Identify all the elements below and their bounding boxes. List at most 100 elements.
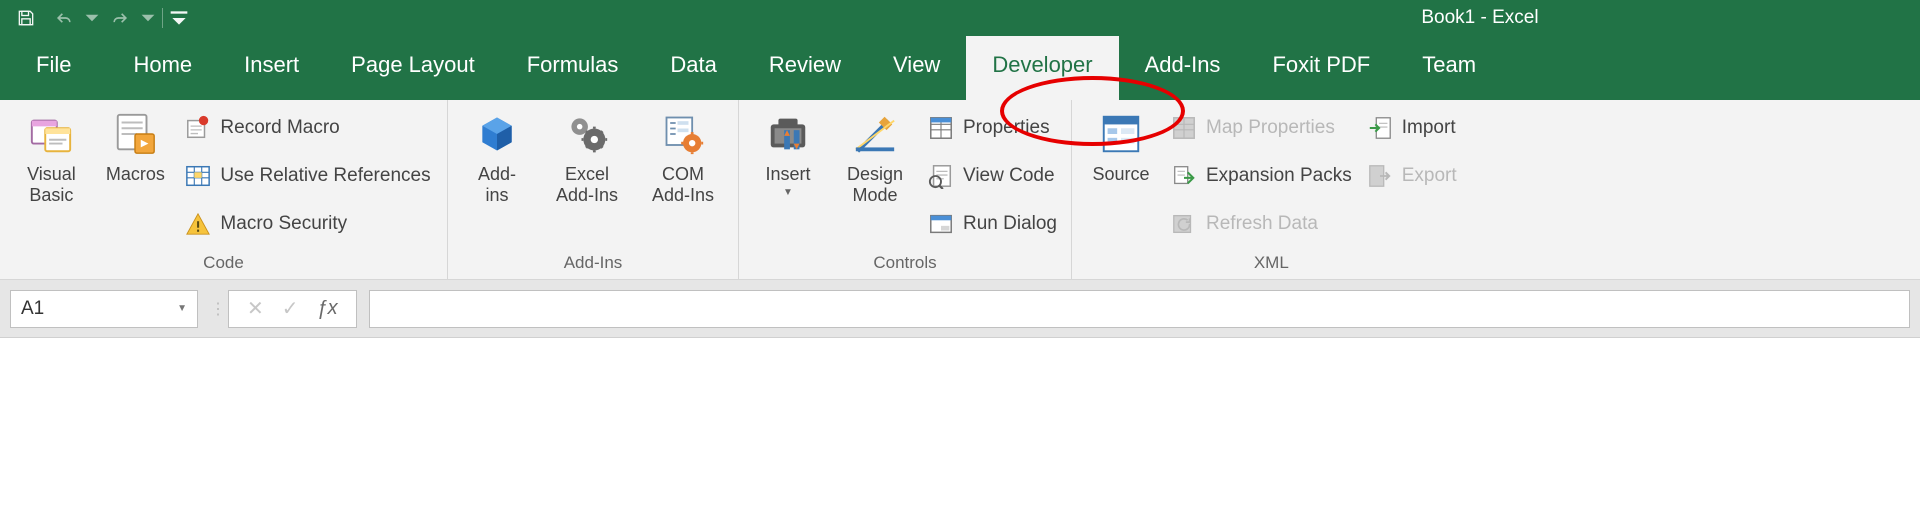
run-dialog-icon (927, 210, 955, 238)
enter-formula-button[interactable]: ✓ (282, 296, 299, 321)
properties-button[interactable]: Properties (923, 108, 1061, 148)
undo-button[interactable] (46, 0, 82, 36)
formula-bar-row: A1 ▼ ⋮ ✕ ✓ ƒx (0, 280, 1920, 338)
properties-icon (927, 114, 955, 142)
group-controls-label: Controls (873, 251, 936, 277)
addins-label: Add- ins (478, 164, 516, 205)
ribbon: Visual Basic Macros (0, 100, 1920, 280)
refresh-data-button[interactable]: Refresh Data (1166, 204, 1356, 244)
source-label: Source (1092, 164, 1149, 185)
macros-button[interactable]: Macros (96, 106, 174, 185)
formula-bar-input[interactable] (369, 290, 1910, 328)
tab-insert[interactable]: Insert (218, 36, 325, 100)
expansion-packs-button[interactable]: Expansion Packs (1166, 156, 1356, 196)
properties-label: Properties (963, 117, 1050, 139)
addins-icon (473, 110, 521, 158)
undo-dropdown[interactable] (84, 0, 100, 36)
record-macro-button[interactable]: Record Macro (180, 108, 434, 148)
insert-controls-dropdown-icon: ▼ (783, 187, 793, 198)
group-xml: Source Map Properties (1072, 100, 1471, 279)
group-code-label: Code (203, 251, 244, 277)
com-addins-button[interactable]: COM Add-Ins (638, 106, 728, 205)
export-icon (1366, 162, 1394, 190)
design-mode-button[interactable]: Design Mode (833, 106, 917, 205)
source-icon (1097, 110, 1145, 158)
com-addins-icon (659, 110, 707, 158)
quick-access-toolbar (0, 0, 189, 36)
group-addins-label: Add-Ins (564, 251, 623, 277)
tab-review[interactable]: Review (743, 36, 867, 100)
import-button[interactable]: Import (1362, 108, 1461, 148)
tab-view[interactable]: View (867, 36, 966, 100)
com-addins-label: COM Add-Ins (652, 164, 714, 205)
name-box-dropdown-icon: ▼ (177, 303, 187, 314)
tab-file[interactable]: File (0, 36, 107, 100)
visual-basic-button[interactable]: Visual Basic (12, 106, 90, 205)
record-macro-icon (184, 114, 212, 142)
group-xml-label: XML (1254, 251, 1289, 277)
insert-controls-icon (764, 110, 812, 158)
import-icon (1366, 114, 1394, 142)
group-code: Visual Basic Macros (0, 100, 448, 279)
excel-addins-icon (563, 110, 611, 158)
tab-foxit-pdf[interactable]: Foxit PDF (1246, 36, 1396, 100)
formula-bar-buttons: ✕ ✓ ƒx (228, 290, 357, 328)
save-button[interactable] (8, 0, 44, 36)
name-box-value: A1 (21, 298, 44, 320)
macro-security-icon (184, 210, 212, 238)
tab-team[interactable]: Team (1396, 36, 1502, 100)
visual-basic-label: Visual Basic (27, 164, 76, 205)
export-button[interactable]: Export (1362, 156, 1461, 196)
cancel-formula-button[interactable]: ✕ (247, 296, 264, 321)
window-title: Book1 - Excel (1040, 7, 1920, 29)
tab-data[interactable]: Data (644, 36, 742, 100)
tab-formulas[interactable]: Formulas (501, 36, 645, 100)
use-relative-references-label: Use Relative References (220, 165, 430, 187)
ribbon-tabs: File Home Insert Page Layout Formulas Da… (0, 36, 1920, 100)
visual-basic-icon (27, 110, 75, 158)
insert-function-button[interactable]: ƒx (317, 297, 338, 320)
use-relative-references-icon (184, 162, 212, 190)
group-controls: Insert ▼ Design Mode (739, 100, 1072, 279)
macro-security-button[interactable]: Macro Security (180, 204, 434, 244)
map-properties-label: Map Properties (1206, 117, 1335, 139)
expansion-packs-icon (1170, 162, 1198, 190)
insert-controls-button[interactable]: Insert ▼ (749, 106, 827, 198)
expansion-packs-label: Expansion Packs (1206, 165, 1352, 187)
map-properties-button[interactable]: Map Properties (1166, 108, 1356, 148)
excel-addins-label: Excel Add-Ins (556, 164, 618, 205)
macros-label: Macros (106, 164, 165, 185)
macro-security-label: Macro Security (220, 213, 347, 235)
refresh-data-label: Refresh Data (1206, 213, 1318, 235)
name-box[interactable]: A1 ▼ (10, 290, 198, 328)
group-addins: Add- ins Excel Add-Ins (448, 100, 739, 279)
use-relative-references-button[interactable]: Use Relative References (180, 156, 434, 196)
insert-controls-label: Insert (765, 164, 810, 185)
record-macro-label: Record Macro (220, 117, 339, 139)
excel-window: Book1 - Excel File Home Insert Page Layo… (0, 0, 1920, 521)
formula-bar-splitter[interactable]: ⋮ (210, 290, 216, 328)
export-label: Export (1402, 165, 1457, 187)
tab-addins[interactable]: Add-Ins (1119, 36, 1247, 100)
tab-page-layout[interactable]: Page Layout (325, 36, 501, 100)
view-code-icon (927, 162, 955, 190)
qat-separator (162, 8, 163, 28)
customize-qat-button[interactable] (169, 0, 189, 36)
refresh-data-icon (1170, 210, 1198, 238)
view-code-label: View Code (963, 165, 1055, 187)
view-code-button[interactable]: View Code (923, 156, 1061, 196)
run-dialog-button[interactable]: Run Dialog (923, 204, 1061, 244)
worksheet-area[interactable] (0, 338, 1920, 521)
redo-button[interactable] (102, 0, 138, 36)
tab-home[interactable]: Home (107, 36, 218, 100)
run-dialog-label: Run Dialog (963, 213, 1057, 235)
redo-dropdown[interactable] (140, 0, 156, 36)
tab-developer[interactable]: Developer (966, 36, 1118, 100)
design-mode-label: Design Mode (847, 164, 903, 205)
import-label: Import (1402, 117, 1456, 139)
title-bar: Book1 - Excel (0, 0, 1920, 36)
map-properties-icon (1170, 114, 1198, 142)
source-button[interactable]: Source (1082, 106, 1160, 185)
addins-button[interactable]: Add- ins (458, 106, 536, 205)
excel-addins-button[interactable]: Excel Add-Ins (542, 106, 632, 205)
